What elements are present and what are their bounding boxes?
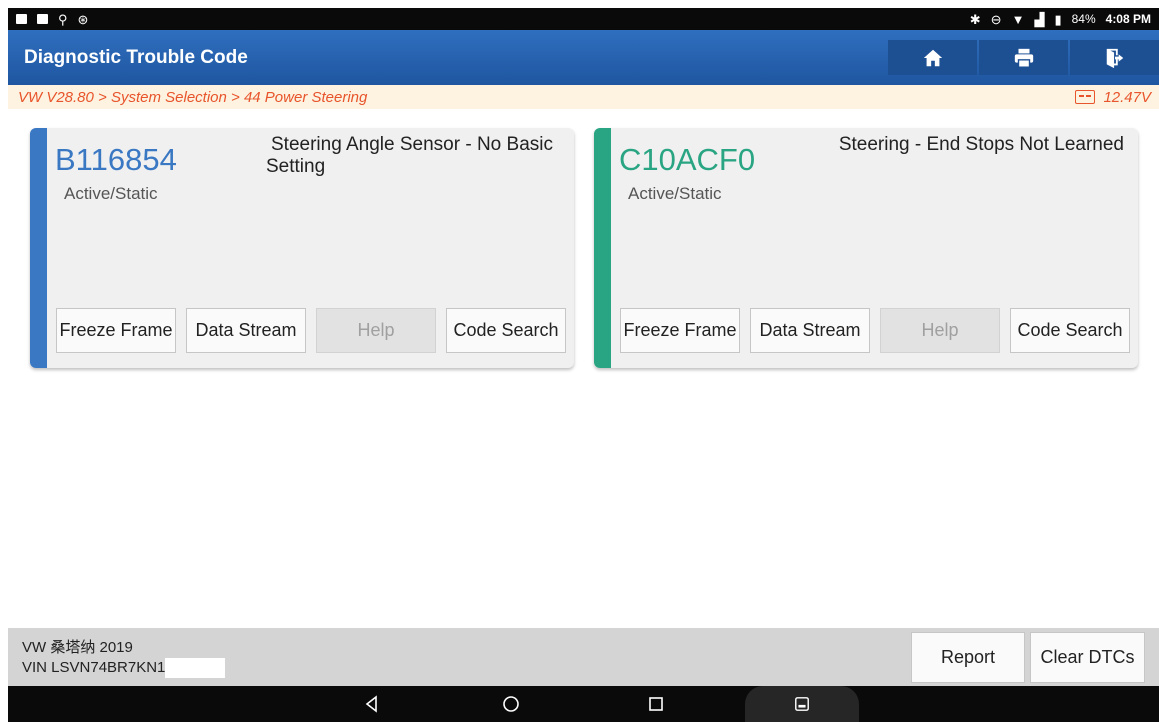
app-notification-icon: ⊛: [77, 11, 89, 27]
exit-icon: [1106, 48, 1123, 68]
wifi-icon: ▼: [1011, 11, 1025, 27]
circle-home-icon: [503, 696, 519, 712]
dtc-accent-stripe: [594, 128, 611, 368]
dtc-description: Steering - End Stops Not Learned: [838, 134, 1124, 155]
dtc-accent-stripe: [30, 128, 47, 368]
image-notification-icon: [16, 14, 27, 24]
vehicle-vin: VIN LSVN74BR7KN1: [22, 659, 166, 676]
battery-level: 84%: [1071, 12, 1096, 26]
status-bar: ⚲ ⊛ ✱ ⊖ ▼ ▟ ▮ 84% 4:08 PM: [8, 8, 1159, 30]
usb-icon: ⚲: [58, 11, 68, 27]
page-title: Diagnostic Trouble Code: [24, 46, 248, 68]
freeze-frame-button[interactable]: Freeze Frame: [56, 308, 176, 353]
home-icon: [923, 49, 942, 66]
printer-icon: [1014, 48, 1033, 68]
vehicle-info: VW 桑塔纳 2019 VIN LSVN74BR7KN1: [22, 638, 226, 679]
breadcrumb-path: VW V28.80 > System Selection > 44 Power …: [18, 88, 368, 106]
signal-icon: ▟: [1034, 11, 1045, 27]
screenshot-icon: [795, 697, 809, 711]
home-button[interactable]: [888, 40, 977, 75]
print-button[interactable]: [979, 40, 1068, 75]
vehicle-info-bar: VW 桑塔纳 2019 VIN LSVN74BR7KN1 Report Clea…: [8, 628, 1159, 686]
dtc-status: Active/Static: [64, 184, 158, 203]
vehicle-model: VW 桑塔纳 2019: [22, 639, 133, 656]
clear-dtcs-button[interactable]: Clear DTCs: [1030, 632, 1145, 683]
dtc-code: C10ACF0: [619, 142, 756, 177]
data-stream-button[interactable]: Data Stream: [186, 308, 306, 353]
code-search-button[interactable]: Code Search: [446, 308, 566, 353]
navigation-bar: [8, 686, 1159, 722]
screen: ⚲ ⊛ ✱ ⊖ ▼ ▟ ▮ 84% 4:08 PM Diagnostic Tro…: [0, 0, 1159, 722]
vehicle-battery-icon: [1075, 90, 1096, 104]
back-icon: [365, 695, 377, 713]
dtc-card: B116854 Active/Static Steering Angle Sen…: [30, 128, 574, 368]
do-not-disturb-icon: ⊖: [990, 11, 1002, 27]
clipboard-notification-icon: [37, 14, 48, 24]
screenshot-button[interactable]: [745, 686, 859, 722]
app-header: Diagnostic Trouble Code: [8, 30, 1159, 85]
freeze-frame-button[interactable]: Freeze Frame: [620, 308, 740, 353]
battery-voltage: 12.47V: [1103, 88, 1151, 106]
back-button[interactable]: [352, 686, 392, 722]
bluetooth-icon: ✱: [969, 11, 981, 27]
dtc-code: B116854: [55, 142, 177, 177]
help-button[interactable]: Help: [880, 308, 1000, 353]
code-search-button[interactable]: Code Search: [1010, 308, 1130, 353]
exit-button[interactable]: [1070, 40, 1159, 75]
dtc-status: Active/Static: [628, 184, 722, 203]
dtc-card: C10ACF0 Active/Static Steering - End Sto…: [594, 128, 1138, 368]
square-recents-icon: [649, 697, 663, 711]
clock: 4:08 PM: [1105, 12, 1151, 26]
report-button[interactable]: Report: [911, 632, 1025, 683]
data-stream-button[interactable]: Data Stream: [750, 308, 870, 353]
vin-redaction: [165, 658, 226, 679]
battery-icon: ▮: [1054, 11, 1062, 27]
home-nav-button[interactable]: [491, 686, 531, 722]
dtc-description: Steering Angle Sensor - No Basic Setting: [266, 134, 553, 177]
recents-button[interactable]: [636, 686, 676, 722]
help-button[interactable]: Help: [316, 308, 436, 353]
breadcrumb: VW V28.80 > System Selection > 44 Power …: [8, 85, 1159, 109]
